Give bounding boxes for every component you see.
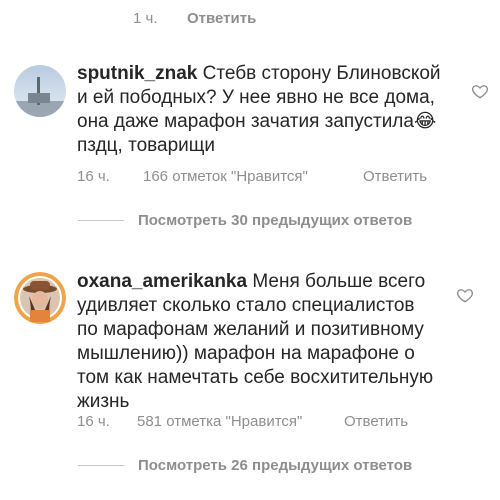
- heart-outline-icon: [456, 289, 474, 303]
- reply-button[interactable]: Ответить: [344, 413, 408, 430]
- comment-body: oxana_amerikanka Меня больше всего удивл…: [77, 270, 437, 414]
- comment-likes[interactable]: 166 отметок "Нравится": [143, 168, 308, 185]
- comment-time: 16 ч.: [77, 413, 110, 430]
- top-comment-reply-button[interactable]: Ответить: [187, 10, 256, 27]
- view-replies-line: [78, 220, 124, 221]
- reply-button[interactable]: Ответить: [363, 168, 427, 185]
- view-replies-label[interactable]: Посмотреть 30 предыдущих ответов: [138, 212, 412, 229]
- view-replies-line: [78, 465, 124, 466]
- comment-username[interactable]: sputnik_znak: [77, 63, 197, 84]
- like-button[interactable]: [471, 82, 489, 105]
- comment-body: sputnik_znak Стебв сторону Блиновской и …: [77, 62, 447, 158]
- view-previous-replies[interactable]: Посмотреть 26 предыдущих ответов: [78, 457, 412, 474]
- avatar[interactable]: [14, 272, 66, 324]
- like-button[interactable]: [456, 286, 474, 309]
- comment-likes[interactable]: 581 отметка "Нравится": [137, 413, 302, 430]
- top-comment-time: 1 ч.: [133, 10, 158, 27]
- comment-text: Меня больше всего удивляет сколько стало…: [77, 271, 434, 412]
- view-replies-label[interactable]: Посмотреть 26 предыдущих ответов: [138, 457, 412, 474]
- view-previous-replies[interactable]: Посмотреть 30 предыдущих ответов: [78, 212, 412, 229]
- comment-time: 16 ч.: [77, 168, 110, 185]
- heart-outline-icon: [471, 85, 489, 99]
- comment-username[interactable]: oxana_amerikanka: [77, 271, 247, 292]
- avatar[interactable]: [14, 65, 66, 117]
